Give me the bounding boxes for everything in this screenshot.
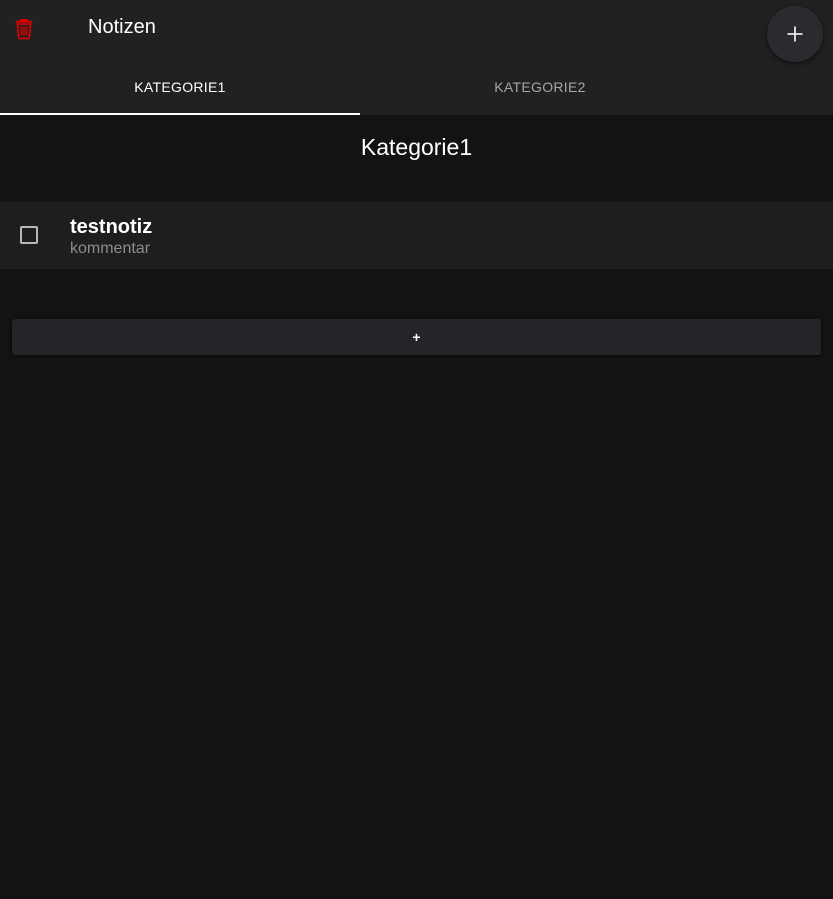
list-item[interactable]: testnotiz kommentar (0, 202, 833, 269)
app-bar: Notizen KATEGORIE1 KATEGORIE2 (0, 0, 833, 115)
tab-bar: KATEGORIE1 KATEGORIE2 (0, 62, 833, 115)
active-tab-indicator (0, 113, 360, 115)
page-title: Notizen (88, 16, 156, 38)
note-title: testnotiz (70, 216, 153, 238)
tab-kategorie1[interactable]: KATEGORIE1 (0, 62, 360, 115)
note-checkbox[interactable] (20, 226, 38, 244)
note-comment: kommentar (70, 240, 151, 257)
tab-label: KATEGORIE1 (134, 78, 226, 95)
section-title: Kategorie1 (360, 134, 473, 160)
trash-icon[interactable] (12, 16, 36, 40)
app-root: Notizen KATEGORIE1 KATEGORIE2 Kategorie1… (0, 0, 833, 899)
tab-kategorie2[interactable]: KATEGORIE2 (360, 62, 720, 115)
tab-label: KATEGORIE2 (494, 78, 586, 95)
plus-icon (787, 26, 803, 42)
add-item-button[interactable]: + (12, 319, 821, 355)
add-note-button[interactable] (767, 6, 823, 62)
